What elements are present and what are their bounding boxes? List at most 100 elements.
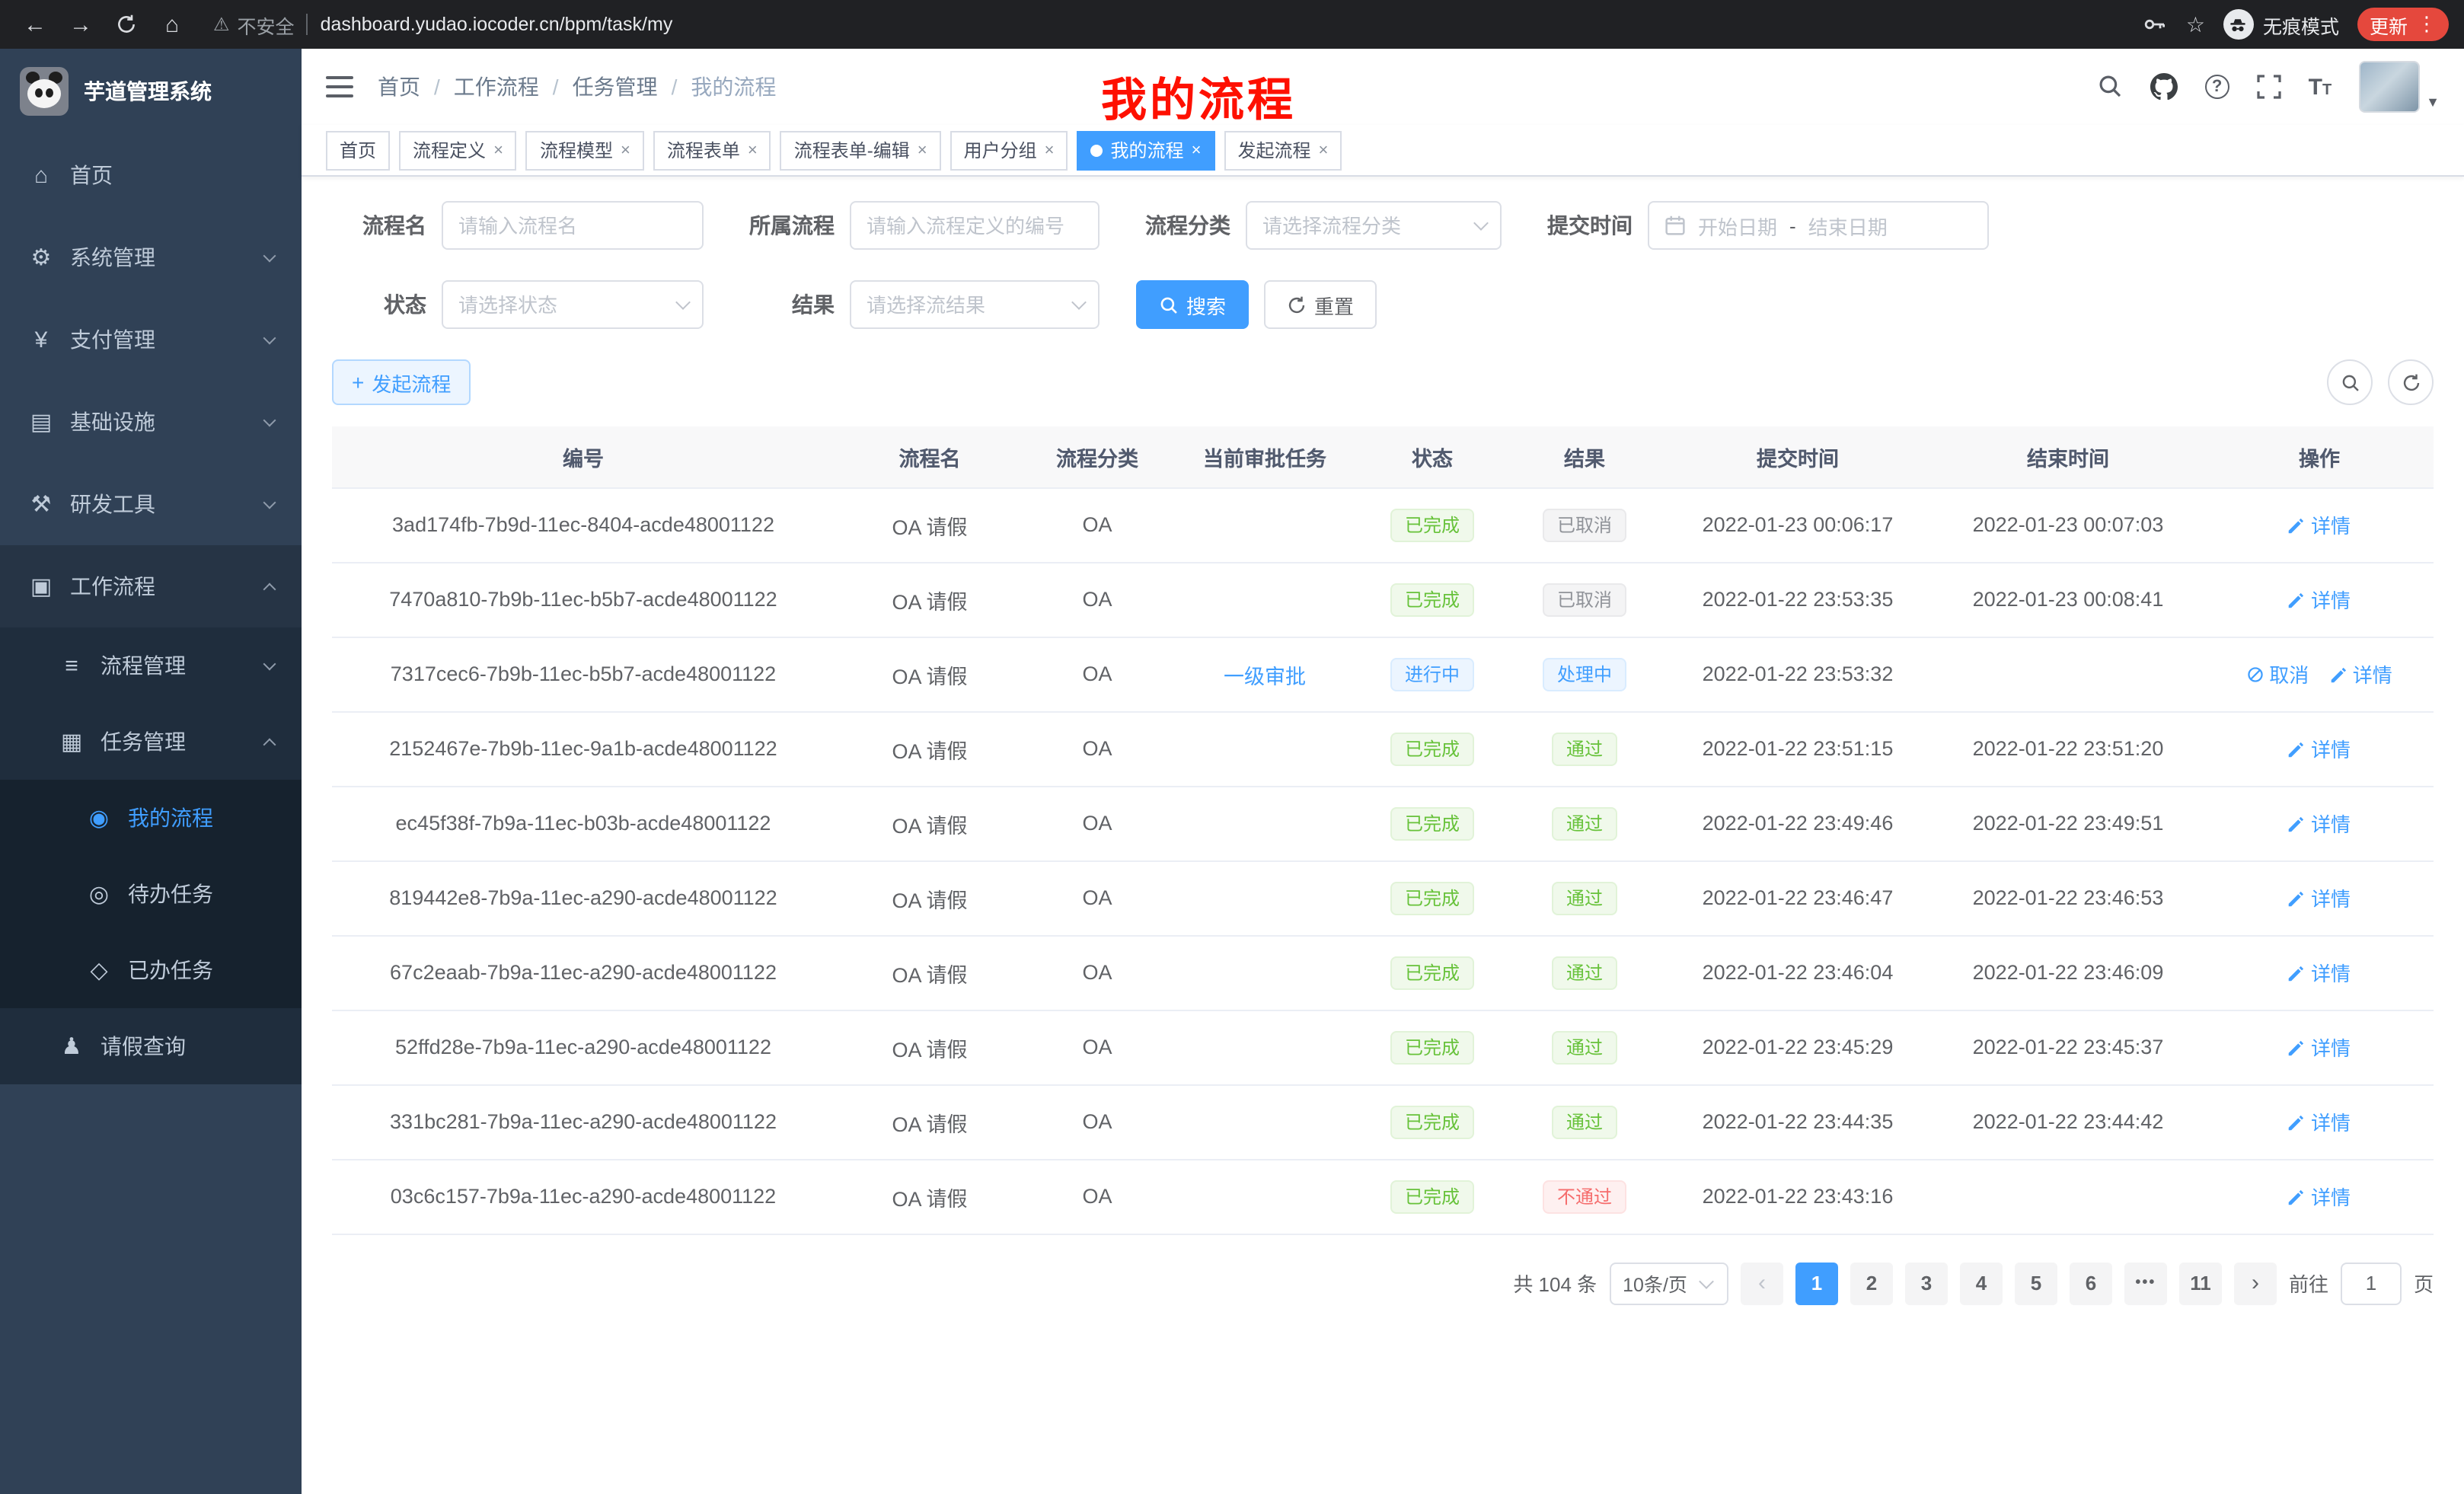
forward-icon[interactable]: →	[61, 5, 101, 44]
detail-link[interactable]: 详情	[2288, 1107, 2351, 1136]
refresh-icon	[1287, 295, 1307, 314]
sidebar-item-home[interactable]: ⌂ 首页	[0, 134, 302, 216]
refresh-table-button[interactable]	[2388, 359, 2434, 405]
security-warning[interactable]: ⚠不安全	[213, 10, 295, 39]
address-bar[interactable]: ⚠不安全 dashboard.yudao.iocoder.cn/bpm/task…	[213, 10, 2122, 39]
sidebar-item-my-process[interactable]: ◉ 我的流程	[0, 780, 302, 856]
tab-home[interactable]: 首页	[326, 130, 390, 170]
sidebar-item-system[interactable]: ⚙ 系统管理	[0, 216, 302, 298]
process-table: 编号 流程名 流程分类 当前审批任务 状态 结果 提交时间 结束时间 操作	[332, 426, 2434, 1234]
page-button-2[interactable]: 2	[1850, 1262, 1893, 1304]
sidebar-item-task-mgmt[interactable]: ▦ 任务管理	[0, 704, 302, 780]
tab-process-form-edit[interactable]: 流程表单-编辑×	[780, 130, 941, 170]
app-logo	[20, 67, 69, 116]
search-button[interactable]: 搜索	[1136, 280, 1249, 329]
close-icon[interactable]: ×	[918, 141, 927, 159]
result-badge: 已取消	[1543, 583, 1626, 616]
category-select[interactable]	[1246, 201, 1502, 250]
submit-time-range-picker[interactable]: 开始日期 - 结束日期	[1648, 201, 1989, 250]
sidebar-item-devtools[interactable]: ⚒ 研发工具	[0, 463, 302, 545]
page-button-11[interactable]: 11	[2179, 1262, 2222, 1304]
cancel-link[interactable]: 取消	[2246, 659, 2309, 688]
next-page-button[interactable]: ›	[2234, 1262, 2277, 1304]
hamburger-icon[interactable]	[326, 76, 353, 97]
detail-link[interactable]: 详情	[2288, 958, 2351, 987]
app-logo-row[interactable]: 芋道管理系统	[0, 49, 302, 134]
tab-user-group[interactable]: 用户分组×	[950, 130, 1068, 170]
cell-current-task	[1170, 860, 1360, 935]
initiate-process-button[interactable]: + 发起流程	[332, 359, 471, 405]
page-button-3[interactable]: 3	[1905, 1262, 1948, 1304]
breadcrumb-home[interactable]: 首页	[378, 72, 420, 102]
page-button-5[interactable]: 5	[2015, 1262, 2057, 1304]
detail-link[interactable]: 详情	[2288, 734, 2351, 763]
current-task-link[interactable]: 一级审批	[1224, 665, 1306, 688]
tab-process-definition[interactable]: 流程定义×	[399, 130, 517, 170]
breadcrumb-task-mgmt[interactable]: 任务管理	[573, 72, 658, 102]
browser-update-button[interactable]: 更新 ⋮	[2357, 8, 2449, 41]
tab-initiate-process[interactable]: 发起流程×	[1224, 130, 1342, 170]
bookmark-star-icon[interactable]: ☆	[2186, 11, 2205, 37]
edit-icon	[2288, 1113, 2306, 1131]
sidebar-item-infra[interactable]: ▤ 基础设施	[0, 381, 302, 463]
more-pages-button[interactable]: •••	[2124, 1262, 2167, 1304]
fullscreen-icon[interactable]	[2257, 73, 2281, 101]
page-button-1[interactable]: 1	[1795, 1262, 1838, 1304]
close-icon[interactable]: ×	[493, 141, 503, 159]
prev-page-button[interactable]: ‹	[1741, 1262, 1783, 1304]
tab-my-process[interactable]: 我的流程×	[1077, 130, 1215, 170]
github-icon[interactable]	[2150, 73, 2178, 101]
page-size-select[interactable]: 10条/页	[1609, 1262, 1728, 1304]
goto-page-input[interactable]	[2341, 1262, 2402, 1304]
sidebar-item-todo-tasks[interactable]: ◎ 待办任务	[0, 856, 302, 932]
result-badge: 不通过	[1543, 1180, 1626, 1213]
table-row: 67c2eaab-7b9a-11ec-a290-acde48001122 OA …	[332, 935, 2434, 1010]
page-button-4[interactable]: 4	[1960, 1262, 2003, 1304]
sidebar-item-payment[interactable]: ¥ 支付管理	[0, 298, 302, 381]
back-icon[interactable]: ←	[15, 5, 55, 44]
close-icon[interactable]: ×	[1192, 141, 1202, 159]
detail-link[interactable]: 详情	[2288, 809, 2351, 838]
close-icon[interactable]: ×	[621, 141, 630, 159]
toggle-search-button[interactable]	[2327, 359, 2373, 405]
sidebar-item-leave-query[interactable]: ♟ 请假查询	[0, 1008, 302, 1084]
sidebar-item-workflow[interactable]: ▣ 工作流程	[0, 545, 302, 627]
goto-suffix: 页	[2414, 1269, 2434, 1298]
browser-menu-icon[interactable]: ⋮	[2417, 12, 2437, 37]
detail-link[interactable]: 详情	[2288, 1182, 2351, 1211]
table-row: 3ad174fb-7b9d-11ec-8404-acde48001122 OA …	[332, 487, 2434, 562]
cell-name: OA 请假	[835, 860, 1025, 935]
process-name-input[interactable]	[442, 201, 704, 250]
home-icon[interactable]: ⌂	[152, 5, 192, 44]
main-area: 首页 / 工作流程 / 任务管理 / 我的流程 ?	[302, 49, 2464, 1494]
detail-link[interactable]: 详情	[2288, 1033, 2351, 1061]
search-icon[interactable]	[2097, 73, 2123, 101]
tab-process-model[interactable]: 流程模型×	[526, 130, 644, 170]
reset-button[interactable]: 重置	[1264, 280, 1377, 329]
cell-submit-time: 2022-01-22 23:51:15	[1664, 711, 1931, 786]
parent-process-input[interactable]	[850, 201, 1100, 250]
page-button-6[interactable]: 6	[2070, 1262, 2112, 1304]
chat-bubble-icon: ◉	[85, 804, 113, 832]
detail-link[interactable]: 详情	[2288, 585, 2351, 614]
url-text[interactable]: dashboard.yudao.iocoder.cn/bpm/task/my	[321, 14, 673, 35]
browser-actions: ☆ 无痕模式 更新 ⋮	[2143, 8, 2449, 41]
close-icon[interactable]: ×	[1318, 141, 1328, 159]
avatar[interactable]	[2359, 61, 2420, 113]
reload-icon[interactable]	[107, 5, 146, 44]
close-icon[interactable]: ×	[748, 141, 758, 159]
status-select[interactable]	[442, 280, 704, 329]
font-size-icon[interactable]: TT	[2309, 75, 2332, 98]
detail-link[interactable]: 详情	[2288, 883, 2351, 912]
sidebar-item-done-tasks[interactable]: ◇ 已办任务	[0, 932, 302, 1008]
user-menu[interactable]: ▼	[2359, 61, 2440, 113]
breadcrumb-workflow[interactable]: 工作流程	[454, 72, 539, 102]
password-key-icon[interactable]	[2143, 11, 2168, 38]
close-icon[interactable]: ×	[1045, 141, 1055, 159]
detail-link[interactable]: 详情	[2330, 659, 2392, 688]
sidebar-item-process-mgmt[interactable]: ≡ 流程管理	[0, 627, 302, 704]
help-icon[interactable]: ?	[2205, 75, 2229, 99]
tab-process-form[interactable]: 流程表单×	[653, 130, 771, 170]
detail-link[interactable]: 详情	[2288, 510, 2351, 539]
result-select[interactable]	[850, 280, 1100, 329]
